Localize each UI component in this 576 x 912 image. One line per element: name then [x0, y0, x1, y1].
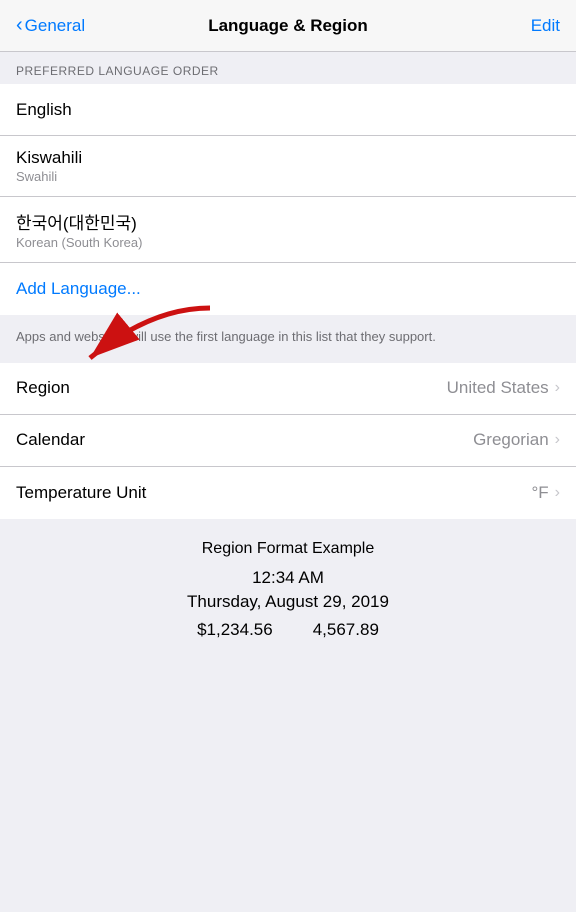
format-numbers: $1,234.56 4,567.89 — [16, 620, 560, 640]
back-label: General — [25, 16, 85, 36]
language-list: English Kiswahili Swahili 한국어(대한민국) Kore… — [0, 84, 576, 315]
back-button[interactable]: ‹ General — [16, 14, 85, 37]
region-value: United States › — [447, 378, 560, 398]
section-header-language: PREFERRED LANGUAGE ORDER — [0, 52, 576, 84]
chevron-left-icon: ‹ — [16, 14, 23, 37]
list-item[interactable]: English — [0, 84, 576, 136]
language-korean: 한국어(대한민국) Korean (South Korea) — [16, 209, 142, 250]
navigation-bar: ‹ General Language & Region Edit — [0, 0, 576, 52]
format-example-title: Region Format Example — [16, 540, 560, 558]
add-language-button[interactable]: Add Language... — [0, 263, 576, 315]
format-decimal: 4,567.89 — [313, 620, 379, 640]
region-label: Region — [16, 378, 70, 398]
language-subtitle: Swahili — [16, 169, 82, 184]
language-subtitle: Korean (South Korea) — [16, 235, 142, 250]
region-row[interactable]: Region United States › — [0, 363, 576, 415]
language-name: 한국어(대한민국) — [16, 209, 142, 234]
language-name: English — [16, 100, 72, 120]
calendar-value: Gregorian › — [473, 430, 560, 450]
temperature-label: Temperature Unit — [16, 483, 146, 503]
temperature-value: °F › — [531, 483, 560, 503]
list-item[interactable]: Kiswahili Swahili — [0, 136, 576, 197]
calendar-label: Calendar — [16, 430, 85, 450]
calendar-row[interactable]: Calendar Gregorian › — [0, 415, 576, 467]
edit-button[interactable]: Edit — [531, 16, 560, 36]
page-title: Language & Region — [208, 16, 368, 36]
list-item[interactable]: 한국어(대한민국) Korean (South Korea) — [0, 197, 576, 263]
settings-group: Region United States › Calendar Gregoria… — [0, 363, 576, 519]
chevron-right-icon: › — [555, 484, 560, 502]
language-name: Kiswahili — [16, 148, 82, 168]
format-date: Thursday, August 29, 2019 — [16, 592, 560, 612]
chevron-right-icon: › — [555, 379, 560, 397]
format-example-section: Region Format Example 12:34 AM Thursday,… — [0, 520, 576, 660]
format-currency: $1,234.56 — [197, 620, 273, 640]
temperature-row[interactable]: Temperature Unit °F › — [0, 467, 576, 519]
add-language-label: Add Language... — [16, 279, 141, 299]
format-time: 12:34 AM — [16, 568, 560, 588]
language-kiswahili: Kiswahili Swahili — [16, 148, 82, 184]
chevron-right-icon: › — [555, 431, 560, 449]
info-text: Apps and websites will use the first lan… — [0, 315, 576, 363]
language-english: English — [16, 100, 72, 120]
